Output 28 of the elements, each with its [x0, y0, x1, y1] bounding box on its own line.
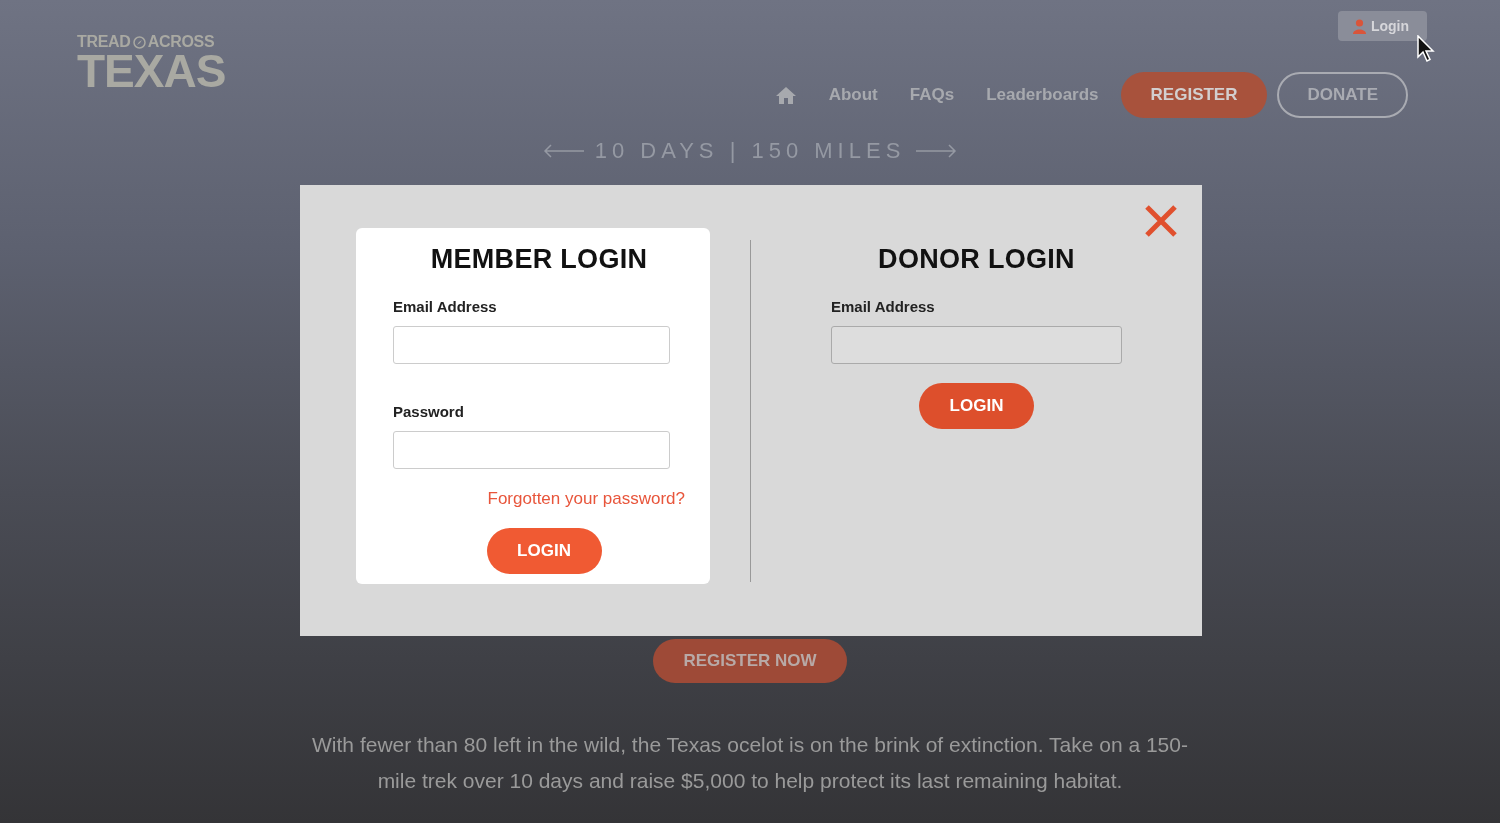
email-input[interactable] [393, 326, 670, 364]
arrow-right-icon [915, 144, 958, 158]
login-button[interactable]: LOGIN [919, 383, 1034, 429]
register-button[interactable]: REGISTER [1120, 72, 1268, 118]
nav-link[interactable]: Leaderboards [986, 85, 1099, 105]
user-icon [1352, 18, 1366, 34]
password-input[interactable] [393, 431, 670, 469]
nav-link[interactable]: FAQs [909, 85, 955, 105]
email-label: Email Address [393, 298, 498, 315]
arrow-left-icon [542, 144, 585, 158]
member-login-title: MEMBER LOGIN [429, 244, 649, 275]
donor-login-title: DONOR LOGIN [877, 244, 1076, 275]
password-label: Password [393, 403, 465, 420]
compass-icon [132, 35, 146, 49]
register-now-button[interactable]: REGISTER NOW [653, 639, 847, 683]
logo-text: TEXAS [77, 48, 226, 94]
description-text: With fewer than 80 left in the wild, the Texas ocelot is on the brink of extinction. Take on a 150-mile trek over 10 days and raise $5,000 to help protect its last remaining habitat. [311, 732, 1189, 794]
logo-text: ACROSS [147, 34, 215, 50]
email-label: Email Address [831, 298, 936, 315]
home-icon[interactable] [774, 85, 797, 105]
login-button[interactable]: LOGIN [486, 528, 602, 574]
nav-link[interactable]: About [828, 85, 878, 105]
donate-button[interactable]: DONATE [1277, 72, 1408, 118]
forgot-password-link[interactable]: Forgotten your password? [487, 489, 685, 509]
cursor-icon [1417, 35, 1436, 63]
email-input[interactable] [831, 326, 1122, 364]
logo-text: TREAD [77, 34, 131, 50]
login-button[interactable]: Login [1337, 11, 1427, 41]
